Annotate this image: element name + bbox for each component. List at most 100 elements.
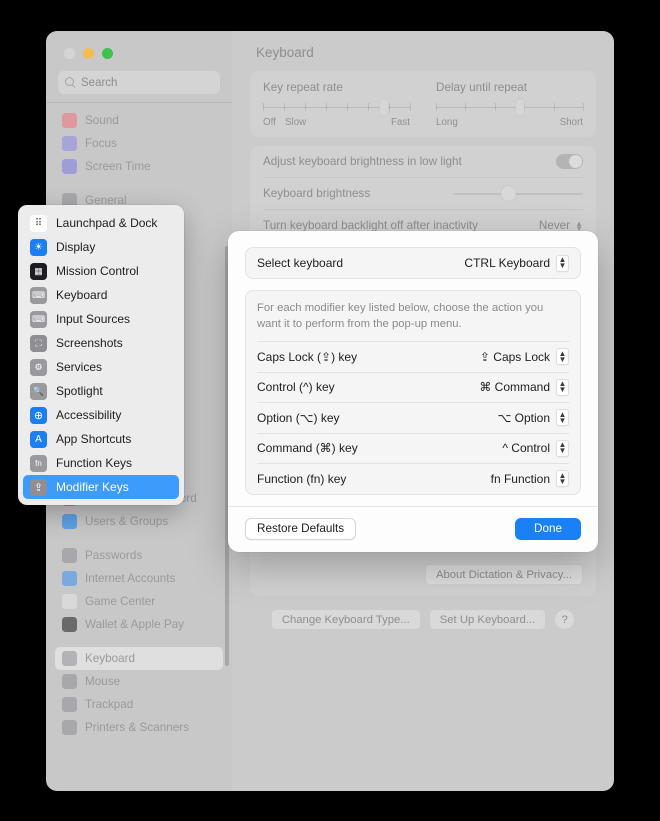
popup-item-label: Screenshots xyxy=(56,336,123,350)
sidebar-item-screen-time[interactable]: Screen Time xyxy=(55,155,223,178)
trackpad-icon xyxy=(62,697,77,712)
popup-menu-list: ⠿ Launchpad & Dock ☀ Display ▦ Mission Contro… xyxy=(23,211,179,499)
popup-item-app-shortcuts[interactable]: A App Shortcuts xyxy=(23,427,179,451)
zoom-button[interactable] xyxy=(102,48,113,59)
sidebar-item-label: Trackpad xyxy=(85,698,134,711)
popup-item-label: Input Sources xyxy=(56,312,131,326)
chevron-updown-icon: ▲▼ xyxy=(556,348,569,366)
sidebar-item-game-center[interactable]: Game Center xyxy=(55,590,223,613)
popup-item-accessibility[interactable]: ⊕ Accessibility xyxy=(23,403,179,427)
slider-tick xyxy=(436,103,437,111)
popup-item-label: Accessibility xyxy=(56,408,122,422)
delay-repeat-slider-group: Delay until repeat Long Short xyxy=(423,81,596,129)
close-button[interactable] xyxy=(64,48,75,59)
select-keyboard-dropdown[interactable]: CTRL Keyboard ▲ ▼ xyxy=(464,254,569,272)
popup-item-mission-control[interactable]: ▦ Mission Control xyxy=(23,259,179,283)
change-keyboard-type-button[interactable]: Change Keyboard Type... xyxy=(270,609,421,630)
sidebar-item-label: Screen Time xyxy=(85,160,151,173)
sidebar-item-printers-scanners[interactable]: Printers & Scanners xyxy=(55,716,223,739)
key-repeat-slider[interactable] xyxy=(263,99,411,116)
popup-item-keyboard[interactable]: ⌨ Keyboard xyxy=(23,283,179,307)
about-dictation-button[interactable]: About Dictation & Privacy... xyxy=(424,564,583,585)
modifier-rows-list: Caps Lock (⇪) key ⇪ Caps Lock ▲ ▼ Control (^… xyxy=(246,342,580,494)
popup-item-modifier-keys[interactable]: ⇪ Modifier Keys xyxy=(23,475,179,499)
modifier-row-value: ⌘ Command xyxy=(479,380,550,395)
modifier-row-dropdown[interactable]: ⌘ Command ▲ ▼ xyxy=(479,378,569,396)
slider-knob[interactable] xyxy=(379,99,389,116)
done-button[interactable]: Done xyxy=(515,517,581,540)
modifier-row: Command (⌘) key ^ Control ▲ ▼ xyxy=(246,433,580,463)
modifier-row: Function (fn) key fn Function ▲ ▼ xyxy=(246,464,580,494)
wallet-icon xyxy=(62,617,77,632)
key-repeat-fast-label: Fast xyxy=(390,117,410,128)
sidebar-item-passwords[interactable]: Passwords xyxy=(55,544,223,567)
help-button[interactable]: ? xyxy=(554,609,576,630)
modifier-row-dropdown[interactable]: ⌥ Option ▲ ▼ xyxy=(497,409,569,427)
sidebar-item-label: Keyboard xyxy=(85,652,136,665)
modifier-row-value: ^ Control xyxy=(502,441,550,456)
delay-repeat-slider[interactable] xyxy=(436,99,584,116)
display-icon: ☀ xyxy=(30,238,47,256)
slider-tick xyxy=(326,103,327,111)
slider-knob[interactable] xyxy=(515,99,525,116)
popup-item-screenshots[interactable]: ⛶ Screenshots xyxy=(23,331,179,355)
modifier-row-value: ⌥ Option xyxy=(497,410,550,425)
popup-item-launchpad-dock[interactable]: ⠿ Launchpad & Dock xyxy=(23,211,179,235)
sidebar-item-label: Game Center xyxy=(85,595,156,608)
popup-item-label: Mission Control xyxy=(56,264,139,278)
sidebar-item-label: Mouse xyxy=(85,675,121,688)
modifier-row: Option (⌥) key ⌥ Option ▲ ▼ xyxy=(246,403,580,433)
select-keyboard-value: CTRL Keyboard xyxy=(464,256,550,270)
modifier-row-dropdown[interactable]: ^ Control ▲ ▼ xyxy=(502,439,569,457)
slider-tick xyxy=(263,103,264,111)
sidebar-item-label: Printers & Scanners xyxy=(85,721,189,734)
sidebar-item-focus[interactable]: Focus xyxy=(55,132,223,155)
delay-long-label: Long xyxy=(436,117,458,128)
modifier-row: Control (^) key ⌘ Command ▲ ▼ xyxy=(246,372,580,402)
input-sources-icon: ⌨ xyxy=(30,310,47,328)
restore-defaults-button[interactable]: Restore Defaults xyxy=(245,517,357,540)
modifier-row-dropdown[interactable]: fn Function ▲ ▼ xyxy=(491,470,569,488)
select-keyboard-card: Select keyboard CTRL Keyboard ▲ ▼ xyxy=(245,247,581,279)
popup-item-label: Launchpad & Dock xyxy=(56,216,158,230)
set-up-keyboard-button[interactable]: Set Up Keyboard... xyxy=(428,609,547,630)
popup-item-label: Spotlight xyxy=(56,384,103,398)
minimize-button[interactable] xyxy=(83,48,94,59)
sidebar-item-internet-accounts[interactable]: Internet Accounts xyxy=(55,567,223,590)
auto-brightness-toggle[interactable] xyxy=(556,154,583,169)
sidebar-item-wallet-apple-pay[interactable]: Wallet & Apple Pay xyxy=(55,613,223,636)
sidebar-item-keyboard[interactable]: Keyboard xyxy=(55,647,223,670)
backlight-card: Adjust keyboard brightness in low light … xyxy=(250,146,596,241)
slider-tick xyxy=(583,103,584,111)
sidebar-item-mouse[interactable]: Mouse xyxy=(55,670,223,693)
keyboard-icon: ⌨ xyxy=(30,286,47,304)
popup-item-function-keys[interactable]: fn Function Keys xyxy=(23,451,179,475)
slider-tick xyxy=(347,103,348,111)
chevron-updown-icon: ▲▼ xyxy=(556,439,569,457)
popup-item-display[interactable]: ☀ Display xyxy=(23,235,179,259)
popup-item-input-sources[interactable]: ⌨ Input Sources xyxy=(23,307,179,331)
chevron-updown-icon: ▲▼ xyxy=(556,409,569,427)
page-title: Keyboard xyxy=(256,45,314,60)
sidebar-item-users-groups[interactable]: Users & Groups xyxy=(55,510,223,533)
key-repeat-label: Key repeat rate xyxy=(263,81,343,94)
modifier-row: Caps Lock (⇪) key ⇪ Caps Lock ▲ ▼ xyxy=(246,342,580,372)
slider-tick xyxy=(410,103,411,111)
popup-item-spotlight[interactable]: 🔍 Spotlight xyxy=(23,379,179,403)
search-input[interactable]: Search xyxy=(58,71,220,94)
modifier-keys-icon: ⇪ xyxy=(30,478,47,496)
users-icon xyxy=(62,514,77,529)
sidebar-item-sound[interactable]: Sound xyxy=(55,109,223,132)
modifier-row-dropdown[interactable]: ⇪ Caps Lock ▲ ▼ xyxy=(480,348,569,366)
chevron-updown-icon: ▲▼ xyxy=(556,378,569,396)
auto-brightness-label: Adjust keyboard brightness in low light xyxy=(263,155,462,168)
popup-item-label: Modifier Keys xyxy=(56,480,129,494)
sidebar-item-trackpad[interactable]: Trackpad xyxy=(55,693,223,716)
hourglass-icon xyxy=(62,159,77,174)
keyboard-brightness-slider[interactable] xyxy=(453,186,583,201)
mission-control-icon: ▦ xyxy=(30,262,47,280)
bottom-button-bar: Change Keyboard Type... Set Up Keyboard.… xyxy=(250,605,596,630)
popup-item-label: App Shortcuts xyxy=(56,432,132,446)
popup-item-services[interactable]: ⚙ Services xyxy=(23,355,179,379)
